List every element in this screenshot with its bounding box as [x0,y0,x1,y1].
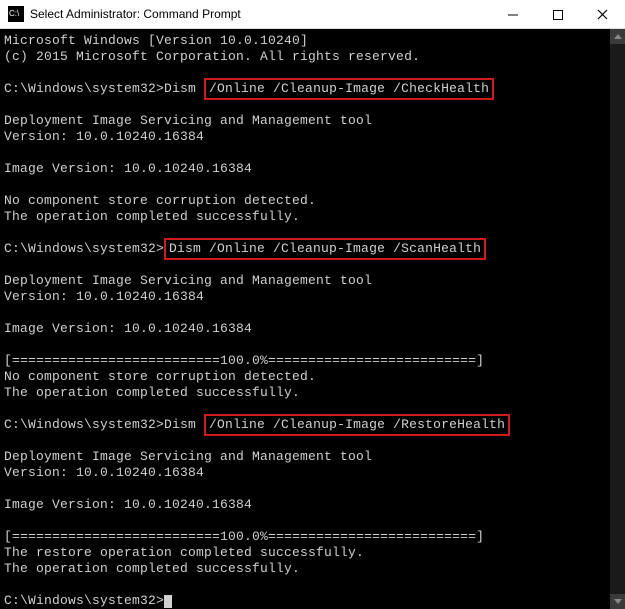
scroll-up-button[interactable] [610,29,625,44]
result-line: The operation completed successfully. [4,561,300,576]
chevron-up-icon [614,34,622,39]
result-line: The operation completed successfully. [4,209,300,224]
result-line: The restore operation completed successf… [4,545,364,560]
dism-tool-version: Version: 10.0.10240.16384 [4,129,204,144]
dism-tool-version: Version: 10.0.10240.16384 [4,465,204,480]
result-line: The operation completed successfully. [4,385,300,400]
dism-tool-title: Deployment Image Servicing and Managemen… [4,113,372,128]
result-line: No component store corruption detected. [4,369,316,384]
maximize-icon [553,10,563,20]
prompt: C:\Windows\system32> [4,241,164,256]
minimize-icon [508,10,518,20]
image-version: Image Version: 10.0.10240.16384 [4,321,252,336]
highlight-checkhealth: /Online /Cleanup-Image /CheckHealth [204,78,494,100]
progress-bar: [==========================100.0%=======… [4,529,484,544]
result-line: No component store corruption detected. [4,193,316,208]
prompt: C:\Windows\system32> [4,417,164,432]
image-version: Image Version: 10.0.10240.16384 [4,497,252,512]
prompt: C:\Windows\system32> [4,593,164,608]
scroll-down-button[interactable] [610,594,625,609]
text-cursor [164,595,172,608]
progress-bar: [==========================100.0%=======… [4,353,484,368]
cmd-prompt-icon [8,6,24,22]
console-container: Microsoft Windows [Version 10.0.10240] (… [0,29,625,609]
window-controls [490,0,625,28]
copyright-line: (c) 2015 Microsoft Corporation. All righ… [4,49,420,64]
console-output[interactable]: Microsoft Windows [Version 10.0.10240] (… [0,29,610,609]
minimize-button[interactable] [490,0,535,29]
scroll-track[interactable] [610,44,625,594]
dism-tool-title: Deployment Image Servicing and Managemen… [4,449,372,464]
close-button[interactable] [580,0,625,29]
window-titlebar: Select Administrator: Command Prompt [0,0,625,29]
chevron-down-icon [614,599,622,604]
highlight-scanhealth: Dism /Online /Cleanup-Image /ScanHealth [164,238,486,260]
command-prefix: Dism [164,417,204,432]
dism-tool-title: Deployment Image Servicing and Managemen… [4,273,372,288]
highlight-restorehealth: /Online /Cleanup-Image /RestoreHealth [204,414,510,436]
window-title: Select Administrator: Command Prompt [30,7,490,21]
dism-tool-version: Version: 10.0.10240.16384 [4,289,204,304]
prompt: C:\Windows\system32> [4,81,164,96]
os-version-line: Microsoft Windows [Version 10.0.10240] [4,33,308,48]
image-version: Image Version: 10.0.10240.16384 [4,161,252,176]
command-prefix: Dism [164,81,204,96]
close-icon [597,9,608,20]
maximize-button[interactable] [535,0,580,29]
vertical-scrollbar[interactable] [610,29,625,609]
